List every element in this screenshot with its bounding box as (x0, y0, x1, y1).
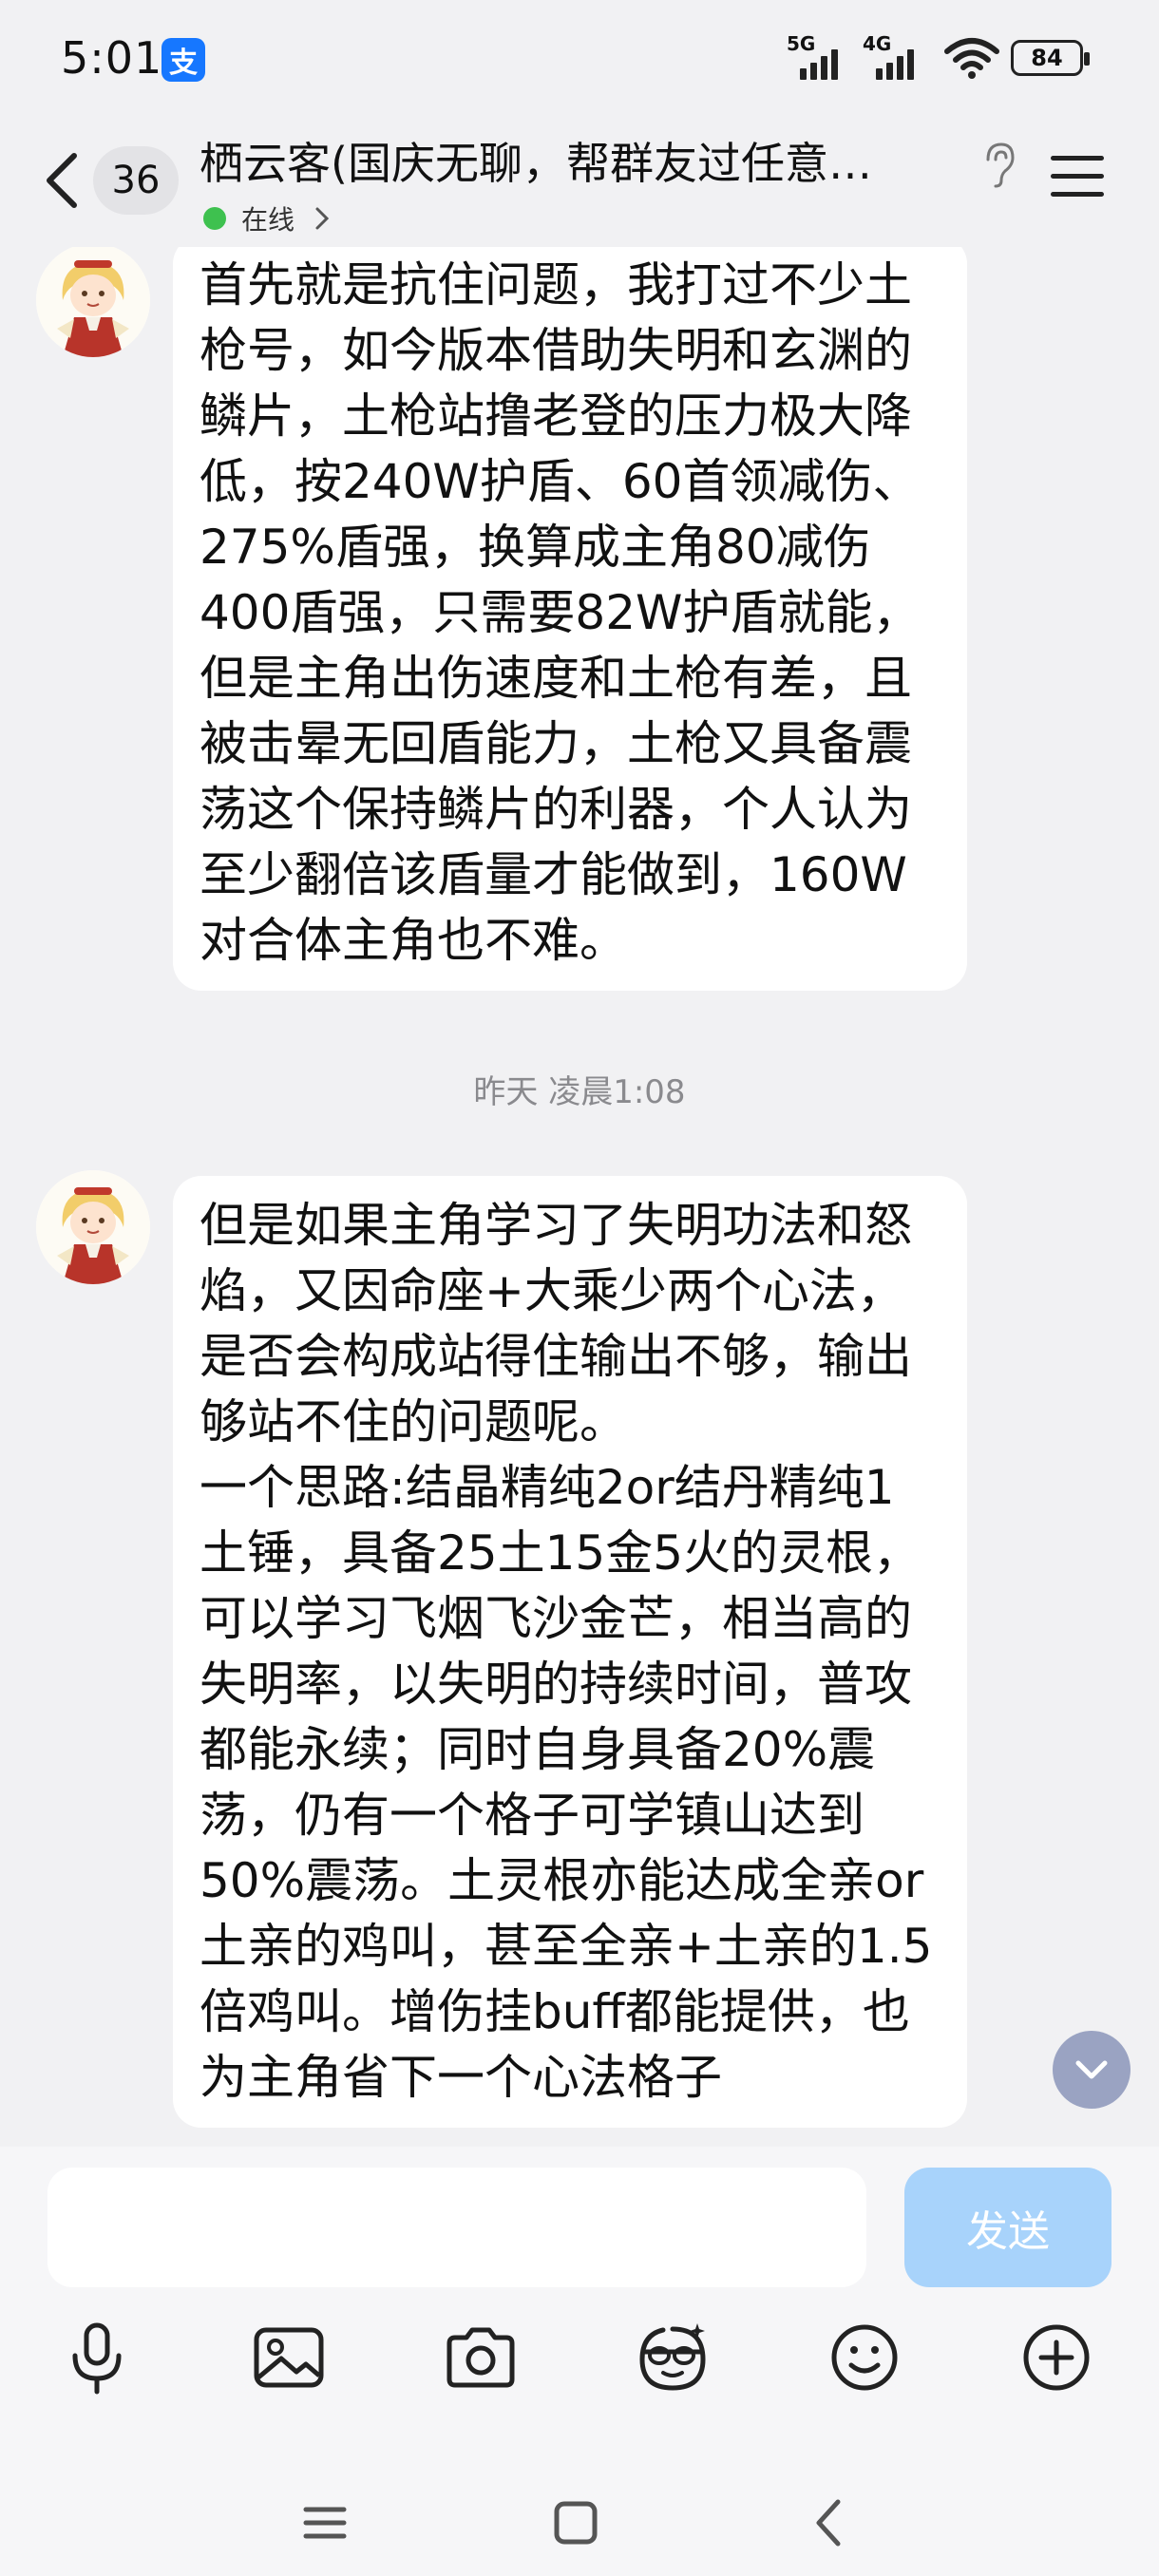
image-icon[interactable] (249, 2318, 329, 2397)
home-button[interactable] (547, 2494, 604, 2551)
avatar[interactable] (36, 1170, 150, 1284)
chevron-down-icon (1075, 2060, 1108, 2079)
chat-screen: 5:01 支 5G 4G 84 36 栖云客(国庆无聊，帮群友过任意… 在线 首… (0, 0, 1159, 2576)
battery-icon: 84 (1011, 40, 1090, 76)
status-bar: 5:01 支 5G 4G 84 (0, 0, 1159, 114)
system-back-button[interactable] (800, 2494, 857, 2551)
wifi-icon (944, 38, 999, 79)
ear-icon[interactable] (980, 139, 1018, 192)
chevron-left-icon (816, 2499, 841, 2547)
chat-title[interactable]: 栖云客(国庆无聊，帮群友过任意… (200, 129, 950, 192)
message-input[interactable] (48, 2168, 866, 2287)
send-button[interactable]: 发送 (904, 2168, 1112, 2287)
square-icon (554, 2501, 598, 2545)
mic-icon[interactable] (57, 2318, 137, 2397)
menu-icon[interactable] (1051, 156, 1104, 199)
sticker-face-icon[interactable] (633, 2318, 712, 2397)
back-button[interactable] (36, 142, 93, 218)
input-area: 发送 (0, 2147, 1159, 2576)
battery-level: 84 (1031, 45, 1063, 71)
character-avatar-icon (36, 1170, 150, 1284)
menu-lines-icon (303, 2507, 347, 2539)
chevron-right-icon (315, 207, 330, 230)
emoji-icon[interactable] (825, 2318, 904, 2397)
message-bubble[interactable]: 但是如果主角学习了失明功法和怒焰，又因命座+大乘少两个心法，是否会构成站得住输出… (173, 1176, 967, 2128)
scroll-to-bottom-button[interactable] (1053, 2031, 1130, 2109)
online-status[interactable]: 在线 (203, 199, 331, 237)
message-bubble[interactable]: 首先就是抗住问题，我打过不少土枪号，如今版本借助失明和玄渊的鳞片，土枪站撸老登的… (173, 247, 967, 991)
status-time: 5:01 (61, 32, 163, 84)
chat-header: 36 栖云客(国庆无聊，帮群友过任意… 在线 (0, 114, 1159, 247)
toolbar (0, 2318, 1159, 2432)
alipay-icon: 支 (162, 38, 205, 82)
system-nav-bar (0, 2479, 1159, 2574)
message-list[interactable]: 首先就是抗住问题，我打过不少土枪号，如今版本借助失明和玄渊的鳞片，土枪站撸老登的… (0, 247, 1159, 2147)
avatar[interactable] (36, 247, 150, 357)
camera-icon[interactable] (441, 2318, 521, 2397)
online-dot-icon (203, 207, 226, 230)
plus-icon[interactable] (1016, 2318, 1096, 2397)
message-timestamp: 昨天 凌晨1:08 (473, 1073, 686, 1111)
character-avatar-icon (36, 247, 150, 357)
online-status-label: 在线 (241, 204, 295, 236)
recent-apps-button[interactable] (296, 2494, 353, 2551)
unread-count-badge[interactable]: 36 (93, 146, 179, 215)
